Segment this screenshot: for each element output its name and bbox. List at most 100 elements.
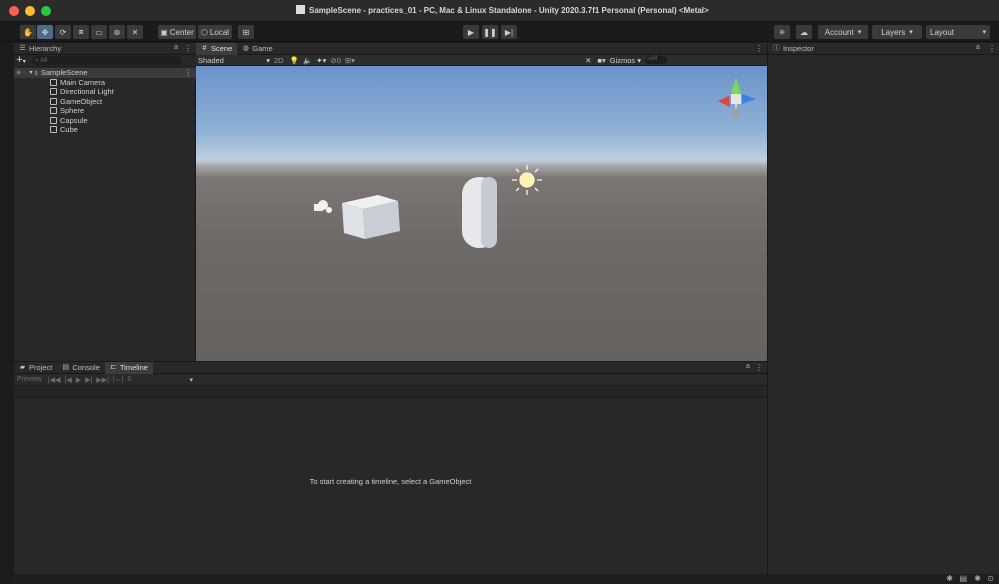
play-button[interactable]: ▶ — [463, 25, 479, 39]
cube-object[interactable] — [342, 195, 400, 239]
grid-snap-button[interactable]: ⊞ — [238, 25, 254, 39]
list-item[interactable]: Directional Light — [14, 87, 196, 97]
layout-label: Layout — [930, 27, 955, 37]
more-options-icon[interactable]: ⋮ — [184, 44, 192, 53]
status-bar: ✱ ▤ ✺ ⊙ — [14, 574, 999, 584]
play-icon: ▶ — [467, 27, 475, 37]
list-item[interactable]: GameObject — [14, 97, 196, 107]
rect-tool-button[interactable]: ▭ — [91, 25, 107, 39]
item-label: Main Camera — [60, 77, 106, 87]
close-window-button[interactable] — [9, 5, 19, 16]
lock-icon[interactable]: a — [174, 44, 178, 51]
more-options-icon[interactable]: ⋮ — [755, 44, 763, 53]
first-frame-icon[interactable]: |◀◀ — [48, 376, 61, 384]
next-frame-icon[interactable]: ▶| — [85, 376, 92, 384]
rotate-tool-button[interactable]: ⟳ — [55, 25, 71, 39]
minimize-window-button[interactable] — [25, 5, 35, 16]
item-label: Directional Light — [60, 87, 114, 97]
hand-icon: ✋ — [23, 27, 33, 37]
check-icon[interactable]: ⊙ — [987, 574, 994, 583]
list-item[interactable]: Main Camera — [14, 78, 196, 88]
gameobject-icon — [50, 88, 57, 96]
cloud-button[interactable]: ☁ — [796, 25, 812, 39]
shading-mode-dropdown[interactable]: Shaded ▾ — [198, 56, 270, 65]
info-icon: ⓘ — [773, 45, 780, 52]
previous-frame-icon[interactable]: |◀ — [65, 376, 72, 384]
collab-button[interactable]: ✳ — [774, 25, 790, 39]
scene-row[interactable]: ◉ ◌ ▾ ⬨ SampleScene ⋮ — [14, 68, 196, 78]
layout-dropdown[interactable]: Layout — [926, 25, 990, 39]
pivot-center-toggle[interactable]: ▣ Center — [158, 25, 196, 39]
range-icon[interactable]: |↔| — [113, 376, 124, 383]
play-icon[interactable]: ▶ — [76, 376, 81, 384]
expand-arrow-icon[interactable]: ▾ — [29, 69, 32, 76]
list-item[interactable]: Capsule — [14, 116, 196, 126]
more-options-icon[interactable]: ⋮ — [755, 363, 763, 372]
scene-search-input[interactable]: ⌕All — [645, 56, 667, 64]
orientation-gizmo-icon[interactable] — [718, 78, 756, 120]
pause-button[interactable]: ❚❚ — [482, 25, 498, 39]
gameobject-icon — [50, 126, 57, 134]
more-options-icon[interactable]: ⋮ — [988, 44, 996, 53]
transform-tool-button[interactable]: ⊛ — [109, 25, 125, 39]
space-label: Local — [209, 27, 230, 37]
audio-icon[interactable]: 🔈 — [303, 56, 312, 65]
grid-snap-icon: ⊞ — [242, 27, 250, 37]
tab-timeline[interactable]: ⊏ Timeline — [104, 361, 153, 374]
step-button[interactable]: ▶| — [501, 25, 517, 39]
scene-render — [314, 78, 756, 248]
custom-tool-button[interactable]: ✕ — [127, 25, 143, 39]
hierarchy-tabbar: ☰ Hierarchy a ⋮ — [14, 43, 196, 55]
sun-light-icon[interactable] — [512, 165, 542, 195]
layers-label: Layers — [881, 27, 906, 37]
tab-game[interactable]: ◍ Game — [237, 43, 277, 55]
camera-gizmo-icon[interactable] — [314, 200, 332, 213]
hierarchy-search-input[interactable]: ⌕ All — [32, 56, 182, 65]
gameobject-icon — [50, 78, 57, 86]
tab-project[interactable]: ▰ Project — [14, 362, 57, 374]
tab-scene[interactable]: # Scene — [196, 42, 238, 55]
scene-viewport[interactable] — [196, 66, 767, 361]
scale-tool-button[interactable]: ⧈ — [73, 25, 89, 39]
hand-tool-button[interactable]: ✋ — [20, 25, 36, 39]
zoom-window-button[interactable] — [41, 5, 51, 16]
list-item[interactable]: Sphere — [14, 106, 196, 116]
chevron-down-icon: ▾ — [266, 55, 270, 65]
folder-icon: ▰ — [19, 364, 26, 371]
tools-icon[interactable]: ✕ — [585, 56, 591, 65]
visibility-icon[interactable]: ◉ ◌ — [16, 69, 26, 76]
frame-field[interactable]: 0 — [128, 376, 132, 383]
effects-icon[interactable]: ✦▾ — [316, 56, 326, 65]
console-tab-label: Console — [72, 363, 100, 372]
gameobject-icon — [50, 97, 57, 105]
item-label: Cube — [60, 125, 78, 135]
camera-icon[interactable]: ■▾ — [597, 56, 605, 65]
timeline-asset-dropdown[interactable]: ▾ — [189, 376, 193, 384]
create-button[interactable]: +▾ — [14, 54, 28, 67]
save-icon[interactable]: ▤ — [959, 574, 967, 583]
move-tool-button[interactable]: ✥ — [37, 25, 53, 39]
mode-2d-toggle[interactable]: 2D — [274, 56, 284, 65]
list-item[interactable]: Cube — [14, 125, 196, 135]
scale-icon: ⧈ — [78, 27, 84, 36]
local-space-icon: ⬡ — [200, 27, 208, 37]
pivot-local-toggle[interactable]: ⬡ Local — [198, 25, 232, 39]
step-icon: ▶| — [504, 27, 514, 37]
network-icon[interactable]: ✺ — [974, 574, 981, 583]
account-dropdown[interactable]: Account — [818, 25, 868, 39]
last-frame-icon[interactable]: ▶▶| — [96, 376, 109, 384]
gizmos-dropdown[interactable]: Gizmos ▾ — [610, 56, 641, 65]
timeline-toolbar: Preview |◀◀ |◀ ▶ ▶| ▶▶| |↔| 0 ▾ — [14, 374, 767, 386]
tab-console[interactable]: ▤ Console — [57, 362, 105, 374]
bug-icon[interactable]: ✱ — [946, 574, 953, 583]
layers-dropdown[interactable]: Layers — [872, 25, 922, 39]
pivot-icon: ▣ — [160, 27, 168, 37]
window-title-bar: SampleScene - practices_01 - PC, Mac & L… — [0, 0, 999, 22]
preview-button[interactable]: Preview — [17, 376, 42, 383]
lighting-icon[interactable]: 💡 — [290, 56, 299, 65]
scene-menu-icon[interactable]: ⋮ — [185, 68, 193, 77]
lock-icon[interactable]: a — [746, 363, 750, 370]
grid-icon[interactable]: ⊞▾ — [345, 56, 355, 65]
tab-inspector[interactable]: ⓘ Inspector — [768, 43, 819, 55]
lock-icon[interactable]: a — [976, 44, 980, 51]
